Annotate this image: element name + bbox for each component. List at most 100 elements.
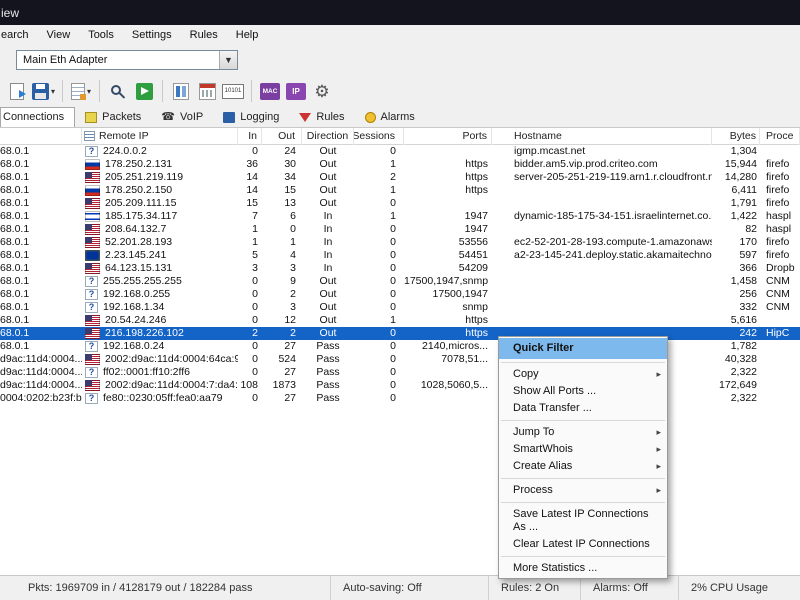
scheduler-button[interactable] [194,78,220,104]
menu-item-earch[interactable]: earch [0,26,38,44]
go-button[interactable] [131,78,157,104]
cell-remote-ip: 52.201.28.193 [82,236,238,249]
cell-dir: Out [302,145,354,158]
table-row[interactable]: d9ac:11d4:0004...?ff02::0001:ff10:2ff602… [0,366,800,379]
table-row[interactable]: 68.0.1178.250.2.1313630Out1httpsbidder.a… [0,158,800,171]
table-row[interactable]: 68.0.12.23.145.24154In054451a2-23-145-24… [0,249,800,262]
table-row[interactable]: 68.0.1208.64.132.710In0194782haspl [0,223,800,236]
cell-host [492,184,712,197]
column-header-out[interactable]: Out [262,128,302,145]
ip-aliases-button[interactable]: IP [283,78,309,104]
mac-aliases-button[interactable]: MAC [257,78,283,104]
cell-local-ip: 68.0.1 [0,314,82,327]
context-menu-item-show-all-ports[interactable]: Show All Ports ... [499,383,667,400]
submenu-arrow-icon: ▸ [656,368,661,381]
column-header-ports[interactable]: Ports [404,128,492,145]
context-menu-item-create-alias[interactable]: Create Alias▸ [499,458,667,475]
menu-item-view[interactable]: View [38,26,80,44]
cell-ports: 17500,1947,snmp [404,275,492,288]
context-menu-item-clear-latest-ip-connections[interactable]: Clear Latest IP Connections [499,536,667,553]
column-header-remote[interactable]: Remote IP [82,128,238,145]
table-row[interactable]: 68.0.152.201.28.19311In053556ec2-52-201-… [0,236,800,249]
table-row[interactable]: 68.0.120.54.24.246012Out1https5,616 [0,314,800,327]
tab-logging[interactable]: Logging [213,107,289,127]
table-row[interactable]: d9ac:11d4:0004...2002:d9ac:11d4:0004:7:d… [0,379,800,392]
context-menu-item-process[interactable]: Process▸ [499,482,667,499]
table-row[interactable]: 68.0.1185.175.34.11776In11947dynamic-185… [0,210,800,223]
menu-item-settings[interactable]: Settings [123,26,181,44]
tab-rules[interactable]: Rules [289,107,354,127]
submenu-arrow-icon: ▸ [656,426,661,439]
dropdown-arrow-icon[interactable]: ▾ [87,87,91,96]
tab-voip[interactable]: ☎VoIP [151,107,213,127]
adapter-selected-value: Main Eth Adapter [17,54,219,66]
options-button[interactable]: ⚙ [309,78,335,104]
submenu-arrow-icon: ▸ [656,484,661,497]
cell-remote-ip: 178.250.2.131 [82,158,238,171]
table-row[interactable]: 68.0.1?224.0.0.2024Out0igmp.mcast.net1,3… [0,145,800,158]
context-menu-item-save-latest-ip-connections-as[interactable]: Save Latest IP Connections As ... [499,506,667,536]
menu-item-rules[interactable]: Rules [181,26,227,44]
context-menu-item-quick-filter[interactable]: Quick Filter [499,338,667,359]
cell-local-ip: 68.0.1 [0,327,82,340]
find-button[interactable] [105,78,131,104]
cell-out: 4 [262,249,302,262]
table-row[interactable]: 68.0.1178.250.2.1501415Out1https6,411fir… [0,184,800,197]
cell-out: 1 [262,236,302,249]
submenu-arrow-icon: ▸ [656,460,661,473]
table-row[interactable]: 68.0.1216.198.226.10222Out0https242HipC [0,327,800,340]
table-header: Remote IPInOutDirectionSessionsPortsHost… [0,128,800,145]
table-row[interactable]: 68.0.1205.251.219.1191434Out2httpsserver… [0,171,800,184]
column-header-host[interactable]: Hostname [492,128,712,145]
table-body[interactable]: 68.0.1?224.0.0.2024Out0igmp.mcast.net1,3… [0,145,800,575]
menu-separator [501,556,665,557]
dropdown-arrow-icon[interactable]: ▾ [51,87,55,96]
flag-icon [85,380,100,391]
table-row[interactable]: 68.0.164.123.15.13133In054209366Dropb [0,262,800,275]
context-menu-item-copy[interactable]: Copy▸ [499,366,667,383]
chevron-down-icon[interactable]: ▼ [219,51,237,69]
table-row[interactable]: 68.0.1?192.168.0.24027Pass02140,micros..… [0,340,800,353]
table-row[interactable]: d9ac:11d4:0004...2002:d9ac:11d4:0004:64c… [0,353,800,366]
cell-proc: firefo [760,158,800,171]
column-header-bytes[interactable]: Bytes [712,128,760,145]
cell-local-ip: 68.0.1 [0,262,82,275]
log-viewer-button[interactable]: ▾ [68,78,94,104]
context-menu-item-smartwhois[interactable]: SmartWhois▸ [499,441,667,458]
adapter-select[interactable]: Main Eth Adapter ▼ [16,50,238,70]
context-menu-item-data-transfer[interactable]: Data Transfer ... [499,400,667,417]
columns-button[interactable] [168,78,194,104]
column-header-proc[interactable]: Proce [760,128,800,145]
cell-remote-ip: 2002:d9ac:11d4:0004:7:da4:1... [82,379,238,392]
table-row[interactable]: 68.0.1?192.168.1.3403Out0snmp332CNM [0,301,800,314]
start-capture-button[interactable] [4,78,30,104]
column-header-in[interactable]: In [238,128,262,145]
cell-bytes: 2,322 [712,366,760,379]
cell-out: 24 [262,145,302,158]
cell-local-ip: 68.0.1 [0,340,82,353]
column-header-local[interactable] [0,128,82,145]
adapter-bar: Main Eth Adapter ▼ [0,45,800,75]
column-header-sess[interactable]: Sessions [354,128,404,145]
cell-local-ip: 68.0.1 [0,184,82,197]
context-menu-item-more-statistics[interactable]: More Statistics ... [499,560,667,577]
table-row[interactable]: 68.0.1205.209.111.151513Out01,791firefo [0,197,800,210]
context-menu: Quick Filter Copy▸Show All Ports ...Data … [498,336,668,579]
tab-packets[interactable]: Packets [75,107,151,127]
cell-local-ip: 68.0.1 [0,288,82,301]
table-row[interactable]: 68.0.1?192.168.0.25502Out017500,1947256C… [0,288,800,301]
menu-item-tools[interactable]: Tools [79,26,123,44]
menu-item-help[interactable]: Help [227,26,268,44]
column-header-dir[interactable]: Direction [302,128,354,145]
tab-connections[interactable]: Connections [0,107,75,127]
table-row[interactable]: 0004:0202:b23f:b...?fe80::0230:05ff:fea0… [0,392,800,405]
save-button[interactable]: ▾ [30,78,57,104]
packet-generator-button[interactable]: 10101 [220,78,246,104]
cell-bytes: 5,616 [712,314,760,327]
filter-icon[interactable] [84,131,95,141]
cell-ports: 7078,51... [404,353,492,366]
context-menu-item-jump-to[interactable]: Jump To▸ [499,424,667,441]
table-row[interactable]: 68.0.1?255.255.255.25509Out017500,1947,s… [0,275,800,288]
tab-alarms[interactable]: Alarms [355,107,425,127]
cell-sess: 1 [354,314,404,327]
